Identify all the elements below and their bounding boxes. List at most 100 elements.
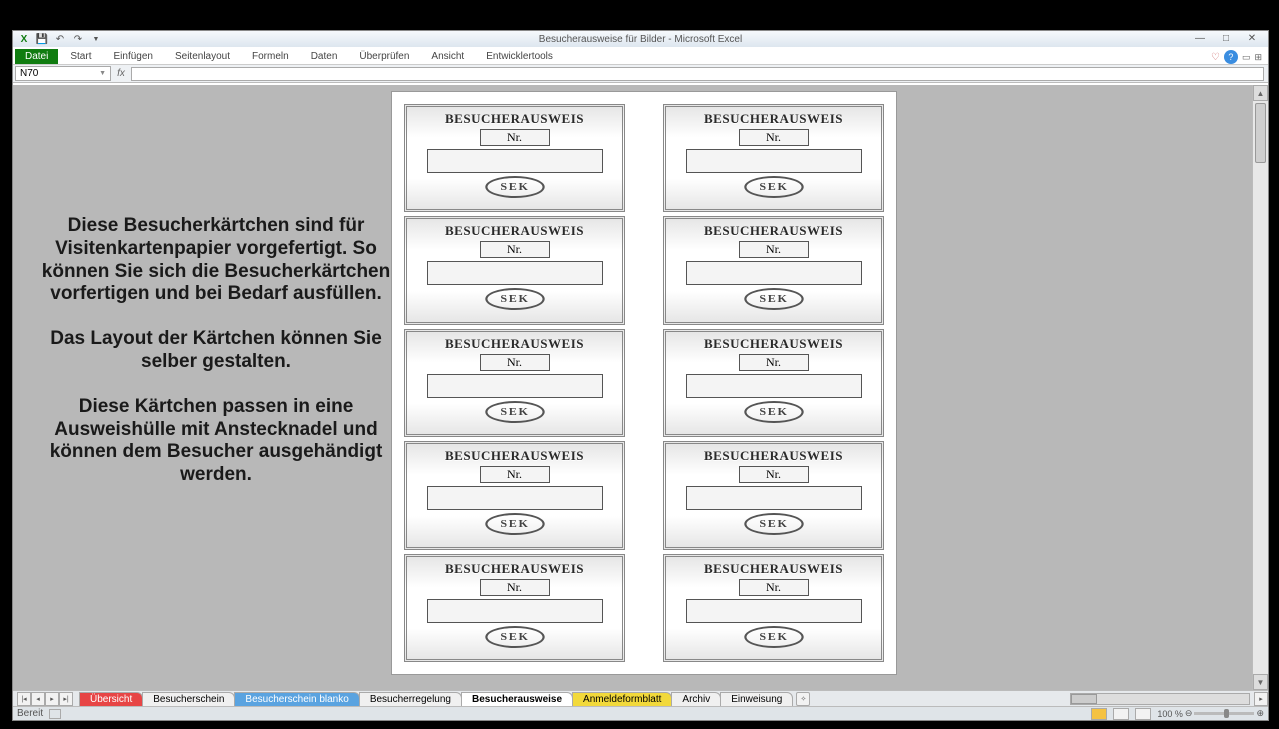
ribbon-heart-icon[interactable]: ♡ [1211, 52, 1220, 63]
card-stamp: SEK [485, 401, 544, 423]
minimize-button[interactable]: — [1188, 31, 1212, 45]
card-nr-box[interactable]: Nr. [739, 241, 809, 258]
horizontal-scrollbar[interactable] [1070, 693, 1250, 705]
view-pagebreak-icon[interactable] [1135, 708, 1151, 720]
zoom-control[interactable]: 100 % ⊖ ⊕ [1157, 708, 1264, 719]
card-name-box[interactable] [686, 486, 862, 510]
ribbon-tab-view[interactable]: Ansicht [421, 49, 474, 64]
vertical-scrollbar[interactable]: ▲ ▼ [1252, 85, 1268, 690]
tab-nav-prev-icon[interactable]: ◂ [31, 692, 45, 706]
card-nr-box[interactable]: Nr. [480, 466, 550, 483]
zoom-out-icon[interactable]: ⊖ [1185, 708, 1193, 719]
card-name-box[interactable] [427, 149, 603, 173]
qat-dropdown-icon[interactable]: ▼ [89, 32, 103, 46]
card-stamp: SEK [744, 401, 803, 423]
macro-record-icon[interactable] [49, 709, 61, 719]
tab-nav-next-icon[interactable]: ▸ [45, 692, 59, 706]
card-stamp: SEK [485, 513, 544, 535]
hscroll-thumb[interactable] [1071, 694, 1097, 704]
ribbon-tab-start[interactable]: Start [60, 49, 101, 64]
card-nr-box[interactable]: Nr. [480, 354, 550, 371]
binder-holes [0, 4, 1279, 26]
undo-icon[interactable]: ↶ [53, 32, 67, 46]
formula-bar[interactable] [131, 67, 1264, 81]
ribbon-options-icon[interactable]: ⊞ [1254, 52, 1262, 63]
card-name-box[interactable] [686, 149, 862, 173]
fx-icon[interactable]: fx [111, 68, 131, 79]
card-name-box[interactable] [686, 374, 862, 398]
info-text: Diese Besucherkärtchen sind für Visitenk… [41, 215, 391, 509]
sheet-tabs: ÜbersichtBesucherscheinBesucherschein bl… [79, 691, 792, 707]
sheet-tab[interactable]: Besucherregelung [359, 692, 462, 707]
new-sheet-icon[interactable]: ✧ [796, 692, 810, 706]
visitor-card: BESUCHERAUSWEIS Nr. SEK [404, 216, 625, 324]
name-box-value: N70 [20, 68, 38, 79]
help-icon[interactable]: ? [1224, 50, 1238, 64]
ribbon: Datei Start Einfügen Seitenlayout Formel… [13, 47, 1268, 65]
card-title: BESUCHERAUSWEIS [445, 448, 584, 464]
sheet-tab[interactable]: Archiv [671, 692, 721, 707]
card-nr-box[interactable]: Nr. [739, 579, 809, 596]
ribbon-tab-data[interactable]: Daten [301, 49, 348, 64]
sheet-tab[interactable]: Besucherausweise [461, 692, 573, 707]
card-name-box[interactable] [686, 599, 862, 623]
name-box[interactable]: N70 ▼ [15, 66, 111, 81]
card-stamp: SEK [485, 176, 544, 198]
card-title: BESUCHERAUSWEIS [445, 223, 584, 239]
window-title: Besucherausweise für Bilder - Microsoft … [539, 34, 742, 45]
visitor-card: BESUCHERAUSWEIS Nr. SEK [663, 329, 884, 437]
view-layout-icon[interactable] [1113, 708, 1129, 720]
card-name-box[interactable] [427, 599, 603, 623]
ribbon-tab-layout[interactable]: Seitenlayout [165, 49, 240, 64]
view-normal-icon[interactable] [1091, 708, 1107, 720]
info-p3: Diese Kärtchen passen in eine Ausweishül… [41, 396, 391, 487]
sheet-tab[interactable]: Einweisung [720, 692, 793, 707]
card-nr-box[interactable]: Nr. [739, 466, 809, 483]
scroll-up-icon[interactable]: ▲ [1253, 85, 1268, 101]
zoom-label: 100 % [1157, 709, 1183, 719]
file-tab[interactable]: Datei [15, 49, 58, 64]
tab-nav-last-icon[interactable]: ▸| [59, 692, 73, 706]
card-nr-box[interactable]: Nr. [739, 354, 809, 371]
formula-bar-row: N70 ▼ fx [13, 65, 1268, 83]
card-title: BESUCHERAUSWEIS [704, 223, 843, 239]
sheet-tab[interactable]: Übersicht [79, 692, 143, 707]
maximize-button[interactable]: □ [1214, 31, 1238, 45]
info-p2: Das Layout der Kärtchen können Sie selbe… [41, 328, 391, 374]
card-stamp: SEK [744, 513, 803, 535]
visitor-card: BESUCHERAUSWEIS Nr. SEK [404, 554, 625, 662]
card-stamp: SEK [744, 626, 803, 648]
card-nr-box[interactable]: Nr. [480, 129, 550, 146]
ribbon-tab-developer[interactable]: Entwicklertools [476, 49, 563, 64]
sheet-tab[interactable]: Anmeldeformblatt [572, 692, 672, 707]
visitor-card: BESUCHERAUSWEIS Nr. SEK [663, 554, 884, 662]
close-button[interactable]: ✕ [1240, 31, 1264, 45]
tab-nav-first-icon[interactable]: |◂ [17, 692, 31, 706]
visitor-card: BESUCHERAUSWEIS Nr. SEK [663, 441, 884, 549]
visitor-card-sheet: BESUCHERAUSWEIS Nr. SEKBESUCHERAUSWEIS N… [391, 91, 897, 675]
excel-icon: X [17, 32, 31, 46]
worksheet-area[interactable]: ▲ ▼ Diese Besucherkärtchen sind für Visi… [13, 85, 1268, 690]
scroll-down-icon[interactable]: ▼ [1253, 674, 1268, 690]
card-name-box[interactable] [427, 261, 603, 285]
card-nr-box[interactable]: Nr. [739, 129, 809, 146]
save-icon[interactable]: 💾 [35, 32, 49, 46]
card-title: BESUCHERAUSWEIS [445, 561, 584, 577]
card-name-box[interactable] [427, 374, 603, 398]
ribbon-tab-review[interactable]: Überprüfen [349, 49, 419, 64]
sheet-tab[interactable]: Besucherschein [142, 692, 235, 707]
scroll-thumb[interactable] [1255, 103, 1266, 163]
ribbon-tab-formulas[interactable]: Formeln [242, 49, 299, 64]
card-name-box[interactable] [686, 261, 862, 285]
redo-icon[interactable]: ↷ [71, 32, 85, 46]
zoom-in-icon[interactable]: ⊕ [1256, 708, 1264, 719]
card-nr-box[interactable]: Nr. [480, 579, 550, 596]
ribbon-minimize-icon[interactable]: ▭ [1242, 52, 1251, 63]
card-name-box[interactable] [427, 486, 603, 510]
hscroll-right-icon[interactable]: ▸ [1254, 692, 1268, 706]
ribbon-tab-insert[interactable]: Einfügen [103, 49, 162, 64]
card-nr-box[interactable]: Nr. [480, 241, 550, 258]
zoom-slider[interactable] [1194, 712, 1254, 715]
name-box-dropdown-icon[interactable]: ▼ [99, 70, 106, 77]
sheet-tab[interactable]: Besucherschein blanko [234, 692, 359, 707]
